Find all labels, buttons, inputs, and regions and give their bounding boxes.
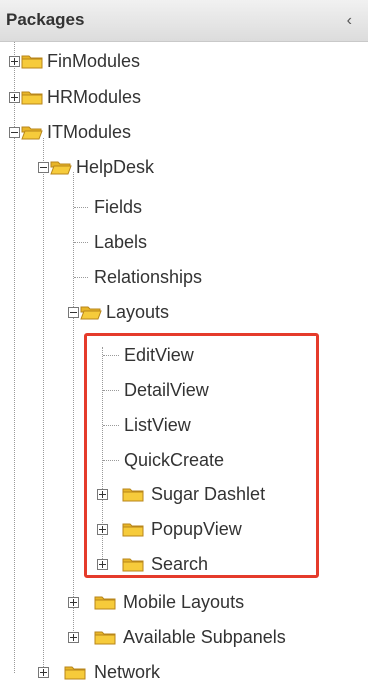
folder-icon [21, 89, 43, 105]
collapse-toggle-layouts[interactable] [68, 307, 79, 318]
tree-node-relationships[interactable]: Relationships [94, 262, 202, 292]
folder-icon [64, 664, 86, 680]
folder-icon [21, 53, 43, 69]
tree-node-label: Available Subpanels [123, 627, 286, 647]
tree-node-hrmodules[interactable]: HRModules [47, 82, 141, 112]
expand-toggle-available-subpanels[interactable] [68, 632, 79, 643]
expand-toggle-finmodules[interactable] [9, 56, 20, 67]
tree-node-label: Layouts [106, 302, 170, 322]
collapse-toggle-helpdesk[interactable] [38, 162, 49, 173]
tree-node-finmodules[interactable]: FinModules [47, 46, 140, 76]
folder-open-icon [21, 124, 43, 140]
tree-node-labels[interactable]: Labels [94, 227, 147, 257]
tree-node-label: Relationships [94, 267, 203, 287]
tree-node-layouts[interactable]: Layouts [106, 297, 169, 327]
expand-toggle-network[interactable] [38, 667, 49, 678]
tree-node-label: HelpDesk [76, 157, 155, 177]
tree-node-fields[interactable]: Fields [94, 192, 142, 222]
panel-title: Packages [6, 10, 85, 29]
tree-node-label: Labels [94, 232, 148, 252]
tree-node-label: ITModules [47, 122, 132, 142]
tree-node-itmodules[interactable]: ITModules [47, 117, 131, 147]
tree-node-network[interactable]: Network [94, 657, 160, 687]
collapse-icon[interactable]: ‹ [347, 12, 352, 30]
tree-node-label: Fields [94, 197, 143, 217]
folder-open-icon [50, 159, 72, 175]
tree-node-label: FinModules [47, 51, 141, 71]
panel-header: Packages ‹ [0, 0, 368, 42]
folder-icon [94, 594, 116, 610]
highlight-box [84, 333, 319, 578]
tree-node-label: Network [94, 662, 161, 682]
folder-open-icon [80, 304, 102, 320]
collapse-toggle-itmodules[interactable] [9, 127, 20, 138]
expand-toggle-hrmodules[interactable] [9, 92, 20, 103]
tree-node-label: Mobile Layouts [123, 592, 245, 612]
expand-toggle-mobile-layouts[interactable] [68, 597, 79, 608]
packages-panel: Packages ‹ FinModules HRModules ITModule… [0, 0, 368, 685]
folder-icon [94, 629, 116, 645]
tree-node-mobile-layouts[interactable]: Mobile Layouts [123, 587, 244, 617]
tree-node-available-subpanels[interactable]: Available Subpanels [123, 622, 286, 652]
tree-node-helpdesk[interactable]: HelpDesk [76, 152, 154, 182]
tree-node-label: HRModules [47, 87, 142, 107]
